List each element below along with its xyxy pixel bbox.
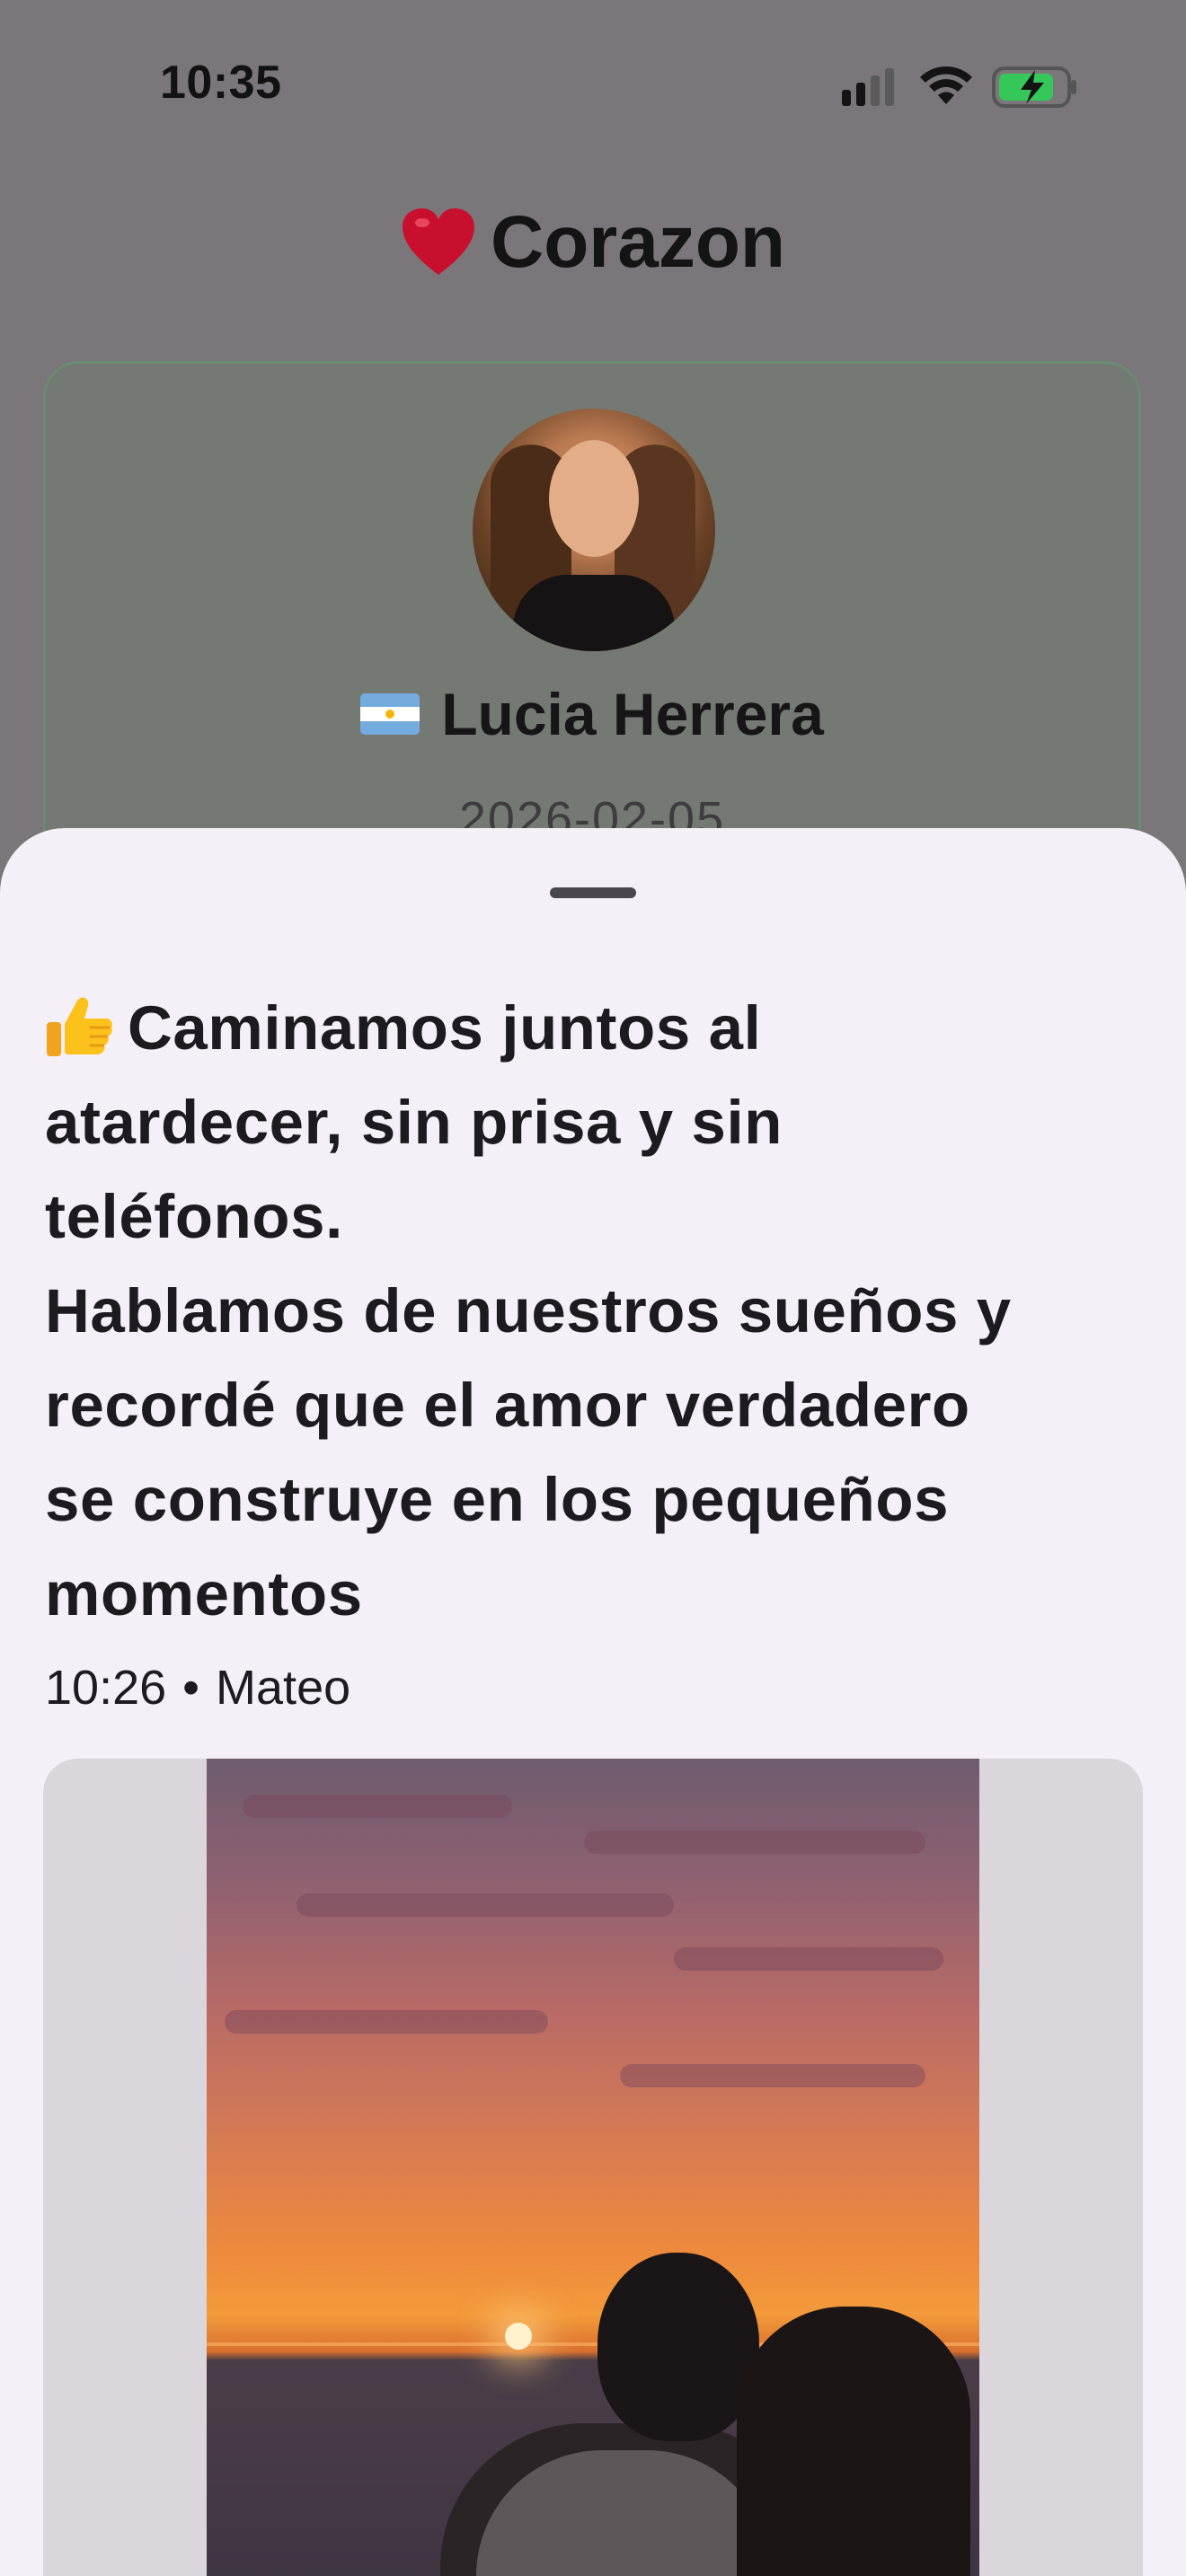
argentina-flag-icon xyxy=(360,693,420,735)
avatar xyxy=(473,409,715,651)
post-time: 10:26 xyxy=(45,1661,167,1715)
app-title: Corazon xyxy=(491,201,785,283)
heart-icon xyxy=(403,208,474,275)
post-body: Caminamos juntos al atardecer, sin prisa… xyxy=(45,993,1012,1628)
drag-handle[interactable] xyxy=(550,887,636,898)
post-photo[interactable] xyxy=(207,1759,979,2576)
post-author: Mateo xyxy=(216,1661,351,1715)
app-header: Corazon xyxy=(0,189,1186,296)
thumbs-up-icon xyxy=(47,997,112,1056)
cellular-signal-icon xyxy=(842,68,894,106)
profile-name-row: Lucia Herrera xyxy=(46,680,1138,748)
wifi-icon xyxy=(920,66,972,104)
post-photo-frame[interactable] xyxy=(43,1759,1143,2576)
post-meta: 10:26 • Mateo xyxy=(45,1660,350,1716)
status-bar: 10:35 xyxy=(0,0,1186,171)
profile-name: Lucia Herrera xyxy=(441,681,824,747)
status-time: 10:35 xyxy=(160,57,282,109)
post-text: Caminamos juntos al atardecer, sin prisa… xyxy=(45,981,1159,1641)
battery-charging-icon xyxy=(992,66,1076,108)
meta-separator: • xyxy=(182,1661,200,1715)
bottom-sheet: Caminamos juntos al atardecer, sin prisa… xyxy=(0,828,1186,2576)
